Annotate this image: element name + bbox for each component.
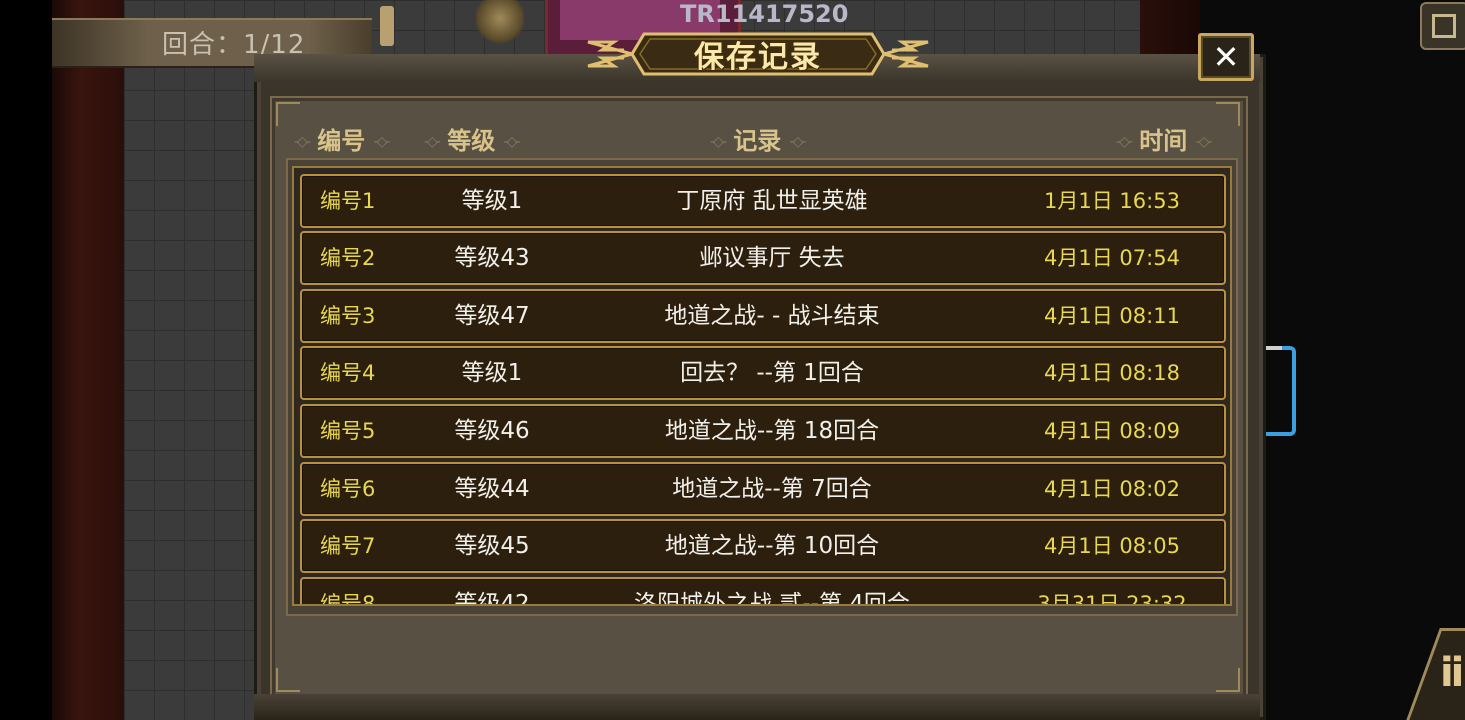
corner-ornament <box>276 668 300 692</box>
record-time: 4月1日 07:54 <box>1044 246 1180 270</box>
side-panel-icon: ⅱ <box>1440 650 1465 696</box>
record-number: 编号4 <box>320 361 376 385</box>
record-time: 4月1日 08:05 <box>1044 534 1180 558</box>
save-record-row[interactable]: 编号6 等级44 地道之战--第 7回合 4月1日 08:02 <box>300 462 1226 516</box>
record-time: 4月1日 08:02 <box>1044 477 1180 501</box>
save-record-row[interactable]: 编号8 等级42 洛阳城外之战 贰--第 4回合 3月31日 23:32 <box>300 577 1226 606</box>
column-header-level: -◇- 等级 -◇- <box>424 126 521 156</box>
records-list[interactable]: 编号1 等级1 丁原府 乱世显英雄 1月1日 16:53 编号2 等级43 邺议… <box>292 166 1232 606</box>
save-record-row[interactable]: 编号3 等级47 地道之战- - 战斗结束 4月1日 08:11 <box>300 289 1226 343</box>
record-time: 4月1日 08:09 <box>1044 419 1180 443</box>
header-ornament: -◇- <box>1195 134 1213 150</box>
record-number: 编号6 <box>320 477 376 501</box>
column-header-time: -◇- 时间 -◇- <box>1116 126 1213 156</box>
header-ornament: -◇- <box>789 134 807 150</box>
menu-icon <box>1432 14 1456 38</box>
header-ornament: -◇- <box>294 134 311 150</box>
header-ornament: -◇- <box>1116 134 1133 150</box>
close-button[interactable]: ✕ <box>1198 33 1254 81</box>
column-header-record: -◇- 记录 -◇- <box>710 126 807 156</box>
save-record-row[interactable]: 编号1 等级1 丁原府 乱世显英雄 1月1日 16:53 <box>300 174 1226 228</box>
record-number: 编号2 <box>320 246 376 270</box>
record-description: 地道之战--第 7回合 <box>672 476 872 502</box>
record-level: 等级44 <box>454 476 530 502</box>
column-header-record-label: 记录 <box>733 127 782 155</box>
record-time: 4月1日 08:18 <box>1044 361 1180 385</box>
letterbox-left <box>0 0 52 720</box>
record-time: 1月1日 16:53 <box>1044 189 1180 213</box>
dialog-title: 保存记录 <box>694 40 822 75</box>
record-number: 编号8 <box>320 592 376 606</box>
background-statue <box>476 0 524 46</box>
save-record-row[interactable]: 编号2 等级43 邺议事厅 失去 4月1日 07:54 <box>300 231 1226 285</box>
column-header-time-label: 时间 <box>1139 127 1188 155</box>
record-description: 回去？ --第 1回合 <box>680 360 864 386</box>
column-header-no-label: 编号 <box>317 127 366 155</box>
record-level: 等级47 <box>454 303 530 329</box>
player-id-label: TR11417520 <box>680 0 849 28</box>
record-level: 等级45 <box>454 533 530 559</box>
corner-ornament <box>276 102 300 126</box>
column-header-no: -◇- 编号 -◇- <box>294 126 391 156</box>
record-level: 等级1 <box>461 188 523 214</box>
background-post <box>380 6 394 46</box>
header-ornament: -◇- <box>424 134 441 150</box>
dialog-bottom-bar <box>254 694 1260 720</box>
header-ornament: -◇- <box>710 134 727 150</box>
header-ornament: -◇- <box>373 134 391 150</box>
save-record-row[interactable]: 编号7 等级45 地道之战--第 10回合 4月1日 08:05 <box>300 519 1226 573</box>
record-level: 等级43 <box>454 245 530 271</box>
record-level: 等级42 <box>454 591 530 606</box>
record-number: 编号3 <box>320 304 376 328</box>
record-time: 3月31日 23:32 <box>1037 592 1187 606</box>
record-number: 编号7 <box>320 534 376 558</box>
save-record-row[interactable]: 编号4 等级1 回去？ --第 1回合 4月1日 08:18 <box>300 346 1226 400</box>
header-ornament: -◇- <box>503 134 521 150</box>
record-number: 编号5 <box>320 419 376 443</box>
record-description: 洛阳城外之战 贰--第 4回合 <box>634 591 910 606</box>
record-description: 地道之战--第 10回合 <box>664 533 880 559</box>
record-time: 4月1日 08:11 <box>1044 304 1180 328</box>
background-pillar <box>52 0 124 720</box>
corner-ornament <box>1216 668 1240 692</box>
record-description: 邺议事厅 失去 <box>699 245 845 271</box>
record-number: 编号1 <box>320 189 376 213</box>
record-description: 丁原府 乱世显英雄 <box>676 188 868 214</box>
record-description: 地道之战- - 战斗结束 <box>664 303 880 329</box>
record-level: 等级1 <box>461 360 523 386</box>
save-record-row[interactable]: 编号5 等级46 地道之战--第 18回合 4月1日 08:09 <box>300 404 1226 458</box>
column-header-level-label: 等级 <box>447 127 496 155</box>
record-description: 地道之战--第 18回合 <box>664 418 880 444</box>
game-scene: 回合：1/12 TR11417520 ⅱ 保存记录 ✕ -◇- 编号 -◇- -… <box>0 0 1465 720</box>
close-icon: ✕ <box>1212 38 1240 76</box>
menu-button[interactable] <box>1420 2 1465 50</box>
record-level: 等级46 <box>454 418 530 444</box>
corner-ornament <box>1216 102 1240 126</box>
